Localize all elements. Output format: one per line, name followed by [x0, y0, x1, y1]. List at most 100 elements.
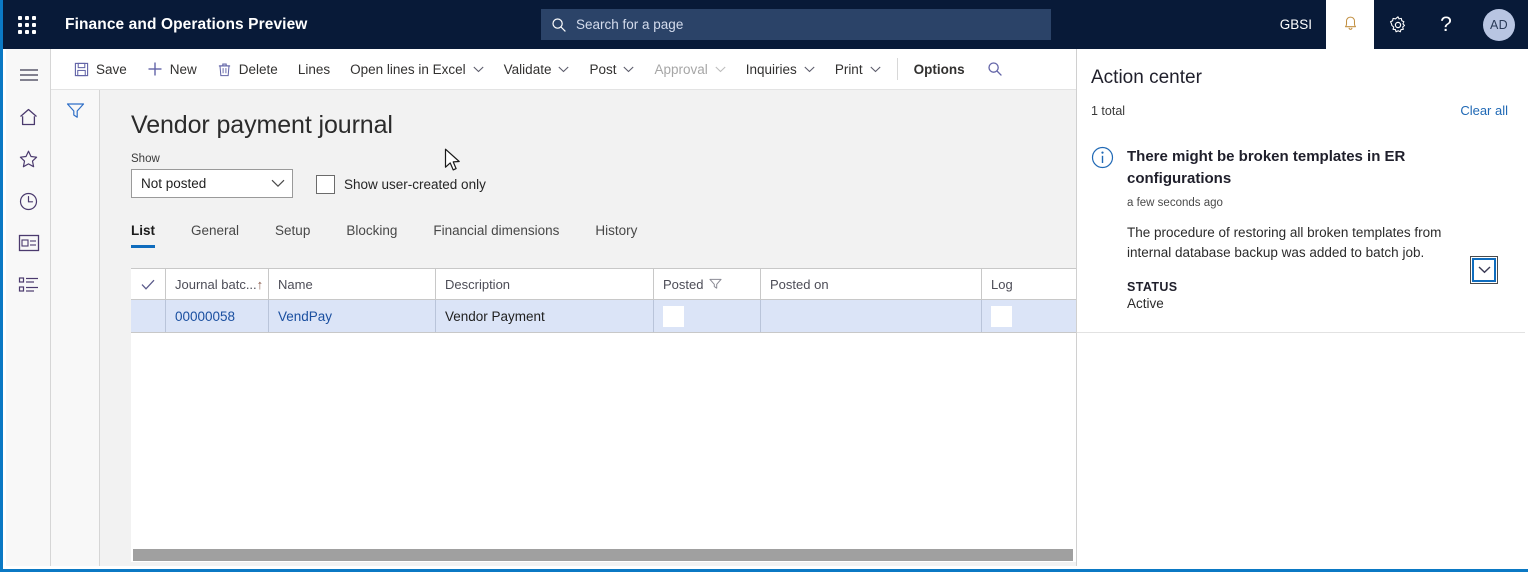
notification-divider [1077, 332, 1525, 333]
tab-strip: List General Setup Blocking Financial di… [100, 218, 1076, 248]
command-divider [896, 58, 898, 80]
gear-icon[interactable] [1374, 0, 1422, 49]
notification-headline: There might be broken templates in ER co… [1127, 148, 1406, 187]
table-row[interactable]: 00000058 VendPay Vendor Payment [131, 300, 1076, 333]
page-content: Vendor payment journal Show Not posted S… [100, 90, 1076, 566]
lines-button[interactable]: Lines [288, 49, 340, 90]
info-icon [1091, 146, 1114, 169]
cell-description[interactable]: Vendor Payment [436, 300, 654, 332]
cell-journal-batch[interactable]: 00000058 [166, 300, 269, 332]
column-header-log[interactable]: Log [982, 269, 1076, 299]
modules-icon[interactable] [6, 264, 51, 306]
notification-expand-button[interactable] [1470, 256, 1498, 284]
star-icon[interactable] [6, 138, 51, 180]
notification-status-label: STATUS [1127, 280, 1178, 294]
clear-all-button[interactable]: Clear all [1460, 103, 1508, 118]
tab-setup[interactable]: Setup [275, 223, 310, 248]
cell-posted[interactable] [654, 300, 761, 332]
show-filter-value: Not posted [141, 176, 207, 191]
delete-button[interactable]: Delete [207, 49, 288, 90]
validate-label: Validate [503, 61, 552, 77]
column-header-posted-label: Posted [663, 276, 704, 292]
left-navigation-rail [6, 49, 51, 566]
posted-checkbox[interactable] [663, 305, 684, 327]
grid-horizontal-scrollbar-thumb[interactable] [133, 549, 1073, 561]
grid-horizontal-scrollbar[interactable] [131, 548, 1076, 562]
cell-log[interactable] [982, 300, 1076, 332]
page-filters: Show Not posted Show user-created only [100, 140, 1076, 198]
column-header-description-label: Description [445, 276, 511, 292]
notification-body: The procedure of restoring all broken te… [1127, 225, 1442, 260]
post-button[interactable]: Post [579, 49, 644, 90]
new-button[interactable]: New [137, 49, 207, 90]
action-center-meta: 1 total Clear all [1077, 89, 1525, 118]
help-label: ? [1440, 13, 1452, 36]
validate-button[interactable]: Validate [494, 49, 580, 90]
bell-icon[interactable] [1326, 0, 1374, 49]
grid-search-icon[interactable] [975, 49, 1015, 90]
tab-history[interactable]: History [595, 223, 637, 248]
grid-empty-area [131, 334, 1076, 548]
clock-icon[interactable] [6, 180, 51, 222]
plus-icon [147, 61, 163, 77]
save-icon [74, 62, 89, 77]
show-user-created-only-group[interactable]: Show user-created only [316, 175, 486, 198]
search-icon [551, 17, 567, 33]
log-checkbox[interactable] [991, 305, 1012, 327]
column-header-select-all[interactable] [131, 269, 166, 299]
column-header-name-label: Name [278, 276, 313, 292]
show-user-created-only-checkbox[interactable] [316, 175, 335, 194]
top-navigation-bar: Finance and Operations Preview Search fo… [3, 0, 1528, 49]
chevron-down-icon [715, 66, 726, 73]
column-header-description[interactable]: Description [436, 269, 654, 299]
delete-label: Delete [238, 61, 278, 77]
app-window: Finance and Operations Preview Search fo… [0, 0, 1528, 572]
trash-icon [217, 62, 232, 77]
save-button[interactable]: Save [64, 49, 137, 90]
column-header-log-label: Log [991, 276, 1013, 292]
home-icon[interactable] [6, 96, 51, 138]
row-selector-cell[interactable] [131, 300, 166, 332]
tab-financial-dimensions[interactable]: Financial dimensions [433, 223, 559, 248]
chevron-down-icon [271, 176, 285, 191]
action-center-panel: Action center 1 total Clear all There mi… [1076, 49, 1525, 566]
filter-icon[interactable] [51, 90, 100, 132]
new-label: New [169, 61, 197, 77]
grid-header-row: Journal batc... ↑ Name Description Poste… [131, 269, 1076, 300]
filter-icon [709, 278, 723, 290]
column-header-journal-batch[interactable]: Journal batc... ↑ [166, 269, 269, 299]
app-launcher-icon[interactable] [3, 0, 51, 49]
column-header-posted[interactable]: Posted [654, 269, 761, 299]
user-avatar-button[interactable]: AD [1470, 0, 1528, 49]
inquiries-button[interactable]: Inquiries [736, 49, 825, 90]
app-title: Finance and Operations Preview [65, 15, 308, 33]
workspace-icon[interactable] [6, 222, 51, 264]
options-button[interactable]: Options [904, 49, 975, 90]
print-button[interactable]: Print [825, 49, 891, 90]
page-title: Vendor payment journal [131, 111, 393, 139]
open-lines-in-excel-label: Open lines in Excel [350, 61, 466, 77]
cell-name[interactable]: VendPay [269, 300, 436, 332]
print-label: Print [834, 61, 863, 77]
tab-blocking[interactable]: Blocking [346, 223, 397, 248]
options-label: Options [913, 61, 965, 77]
hamburger-icon[interactable] [6, 54, 51, 96]
tab-list[interactable]: List [131, 223, 156, 248]
notification-status-value: Active [1127, 296, 1164, 311]
global-search-box[interactable]: Search for a page [541, 9, 1051, 40]
open-lines-in-excel-button[interactable]: Open lines in Excel [340, 49, 494, 90]
global-search-placeholder: Search for a page [576, 17, 684, 32]
help-icon[interactable]: ? [1422, 0, 1470, 49]
show-filter-select[interactable]: Not posted [131, 169, 293, 198]
filter-pane-gutter [51, 90, 100, 566]
show-filter-label: Show [131, 153, 160, 165]
journal-grid: Journal batc... ↑ Name Description Poste… [131, 268, 1076, 548]
inquiries-label: Inquiries [745, 61, 797, 77]
lines-label: Lines [297, 61, 331, 77]
company-selector[interactable]: GBSI [1266, 0, 1326, 49]
cell-posted-on[interactable] [761, 300, 982, 332]
column-header-name[interactable]: Name [269, 269, 436, 299]
tab-general[interactable]: General [191, 223, 239, 248]
notification-item[interactable]: There might be broken templates in ER co… [1077, 118, 1525, 311]
column-header-posted-on[interactable]: Posted on [761, 269, 982, 299]
